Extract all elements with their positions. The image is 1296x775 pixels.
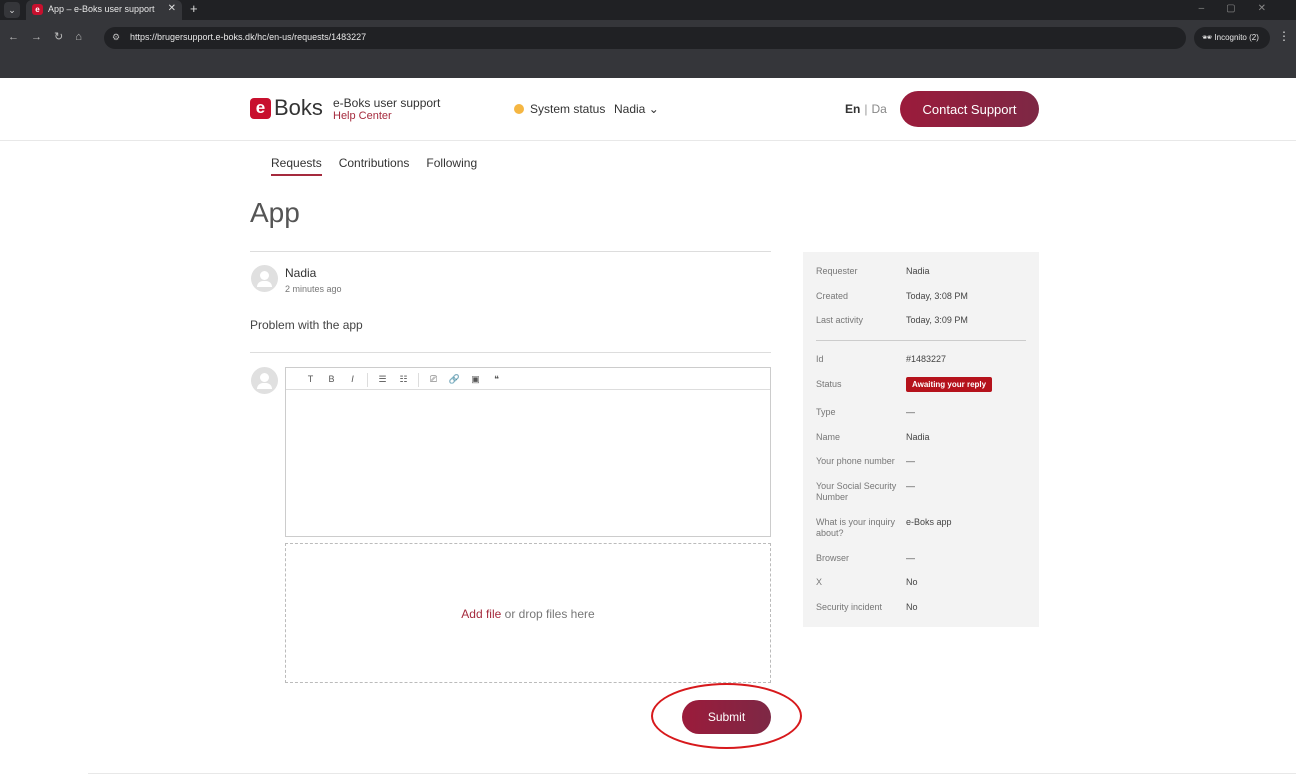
italic-icon[interactable]: I xyxy=(342,368,363,390)
footer-divider xyxy=(88,773,1296,774)
contact-support-button[interactable]: Contact Support xyxy=(900,91,1039,127)
detail-label: Security incident xyxy=(816,602,883,612)
detail-label: Created xyxy=(816,291,849,301)
panel-divider xyxy=(816,340,1026,341)
detail-value: Today, 3:08 PM xyxy=(906,291,968,301)
drop-files-text: or drop files here xyxy=(501,607,595,621)
logo-e: e xyxy=(250,98,271,119)
detail-label: Browser xyxy=(816,553,850,563)
user-menu[interactable]: Nadia ⌄ xyxy=(614,102,659,116)
status-badge: Awaiting your reply xyxy=(906,377,993,392)
detail-value: Today, 3:09 PM xyxy=(906,315,968,325)
detail-label: Last activity xyxy=(816,315,864,325)
tab-following[interactable]: Following xyxy=(426,156,477,174)
bold-icon[interactable]: B xyxy=(321,368,342,390)
editor-toolbar: T B I ☰ ☷ ⎚ 🔗 ▣ ❝ xyxy=(286,368,770,390)
incognito-indicator[interactable]: 🕶 Incognito (2) xyxy=(1194,27,1270,49)
tab-search-icon[interactable]: ⌄ xyxy=(4,2,20,18)
detail-label: Requester xyxy=(816,266,858,276)
link-icon[interactable]: 🔗 xyxy=(444,368,465,390)
site-title: e-Boks user support xyxy=(333,96,441,110)
toolbar-separator xyxy=(418,372,419,387)
comment-body: Problem with the app xyxy=(250,318,363,332)
request-tabs: Requests Contributions Following xyxy=(271,156,494,176)
comment-author: Nadia xyxy=(285,266,317,280)
detail-value: No xyxy=(906,602,918,612)
browser-menu-icon[interactable]: ⋮ xyxy=(1278,29,1290,43)
detail-value: — xyxy=(906,407,915,417)
close-tab-icon[interactable]: ✕ xyxy=(168,3,176,14)
lang-en[interactable]: En xyxy=(845,102,860,116)
detail-value: #1483227 xyxy=(906,354,947,364)
detail-label: Type xyxy=(816,407,836,417)
site-subtitle[interactable]: Help Center xyxy=(333,110,392,122)
detail-value: e-Boks app xyxy=(906,517,952,527)
detail-label: Your Social Security Number xyxy=(816,481,897,502)
site-info-icon[interactable]: ⚙ xyxy=(112,32,120,43)
bulleted-list-icon[interactable]: ☰ xyxy=(372,368,393,390)
lang-separator: | xyxy=(864,102,868,116)
page-title: App xyxy=(250,197,300,228)
numbered-list-icon[interactable]: ☷ xyxy=(393,368,414,390)
detail-label: X xyxy=(816,577,823,587)
reply-textarea[interactable] xyxy=(286,390,770,536)
add-file-link[interactable]: Add file xyxy=(461,607,501,621)
language-switcher: En | Da xyxy=(845,102,887,116)
reply-editor: T B I ☰ ☷ ⎚ 🔗 ▣ ❝ xyxy=(285,367,771,537)
avatar-icon xyxy=(251,265,278,292)
detail-value: Nadia xyxy=(906,266,930,276)
detail-label: What is your inquiry about? xyxy=(816,517,896,538)
site-header: e Boks e-Boks user support Help Center S… xyxy=(0,78,1296,141)
detail-value: — xyxy=(906,481,915,491)
lang-da[interactable]: Da xyxy=(871,102,886,116)
divider xyxy=(250,352,771,353)
detail-value: Nadia xyxy=(906,432,930,442)
code-block-icon[interactable]: ⎚ xyxy=(423,368,444,390)
detail-value: No xyxy=(906,577,918,587)
divider xyxy=(250,251,771,252)
status-dot-icon xyxy=(514,104,524,114)
browser-toolbar: ←→↻⌂ ⚙ https://brugersupport.e-boks.dk/h… xyxy=(0,20,1296,78)
text-format-icon[interactable]: T xyxy=(300,368,321,390)
detail-value: — xyxy=(906,456,915,466)
chevron-down-icon: ⌄ xyxy=(648,102,659,116)
tab-title: App – e-Boks user support xyxy=(48,4,155,14)
navigation-icons[interactable]: ←→↻⌂ xyxy=(8,30,94,43)
detail-label: Your phone number xyxy=(816,456,895,466)
tab-contributions[interactable]: Contributions xyxy=(339,156,410,174)
file-dropzone[interactable]: Add file or drop files here xyxy=(285,543,771,683)
browser-tab[interactable]: e App – e-Boks user support ✕ xyxy=(26,0,182,20)
incognito-label: Incognito (2) xyxy=(1214,33,1259,42)
avatar-icon xyxy=(251,367,278,394)
quote-icon[interactable]: ❝ xyxy=(486,368,507,390)
address-bar[interactable]: ⚙ https://brugersupport.e-boks.dk/hc/en-… xyxy=(104,27,1186,49)
request-details-panel: Requester Nadia Created Today, 3:08 PM Las… xyxy=(803,252,1039,627)
image-icon[interactable]: ▣ xyxy=(465,368,486,390)
detail-label: Status xyxy=(816,379,842,389)
toolbar-separator xyxy=(367,372,368,387)
tab-requests[interactable]: Requests xyxy=(271,156,322,176)
window-controls[interactable]: –▢✕ xyxy=(1199,3,1288,14)
submit-button[interactable]: Submit xyxy=(682,700,771,734)
new-tab-icon[interactable]: + xyxy=(190,1,198,16)
logo-text: Boks xyxy=(274,95,323,120)
comment-time: 2 minutes ago xyxy=(285,284,342,294)
detail-value: — xyxy=(906,553,915,563)
detail-label: Name xyxy=(816,432,841,442)
browser-tab-strip: ⌄ e App – e-Boks user support ✕ + –▢✕ xyxy=(0,0,1296,20)
user-name: Nadia xyxy=(614,102,646,116)
url-text: https://brugersupport.e-boks.dk/hc/en-us… xyxy=(130,32,367,42)
favicon-icon: e xyxy=(32,4,43,15)
detail-label: Id xyxy=(816,354,824,364)
system-status-link[interactable]: System status xyxy=(530,102,605,116)
